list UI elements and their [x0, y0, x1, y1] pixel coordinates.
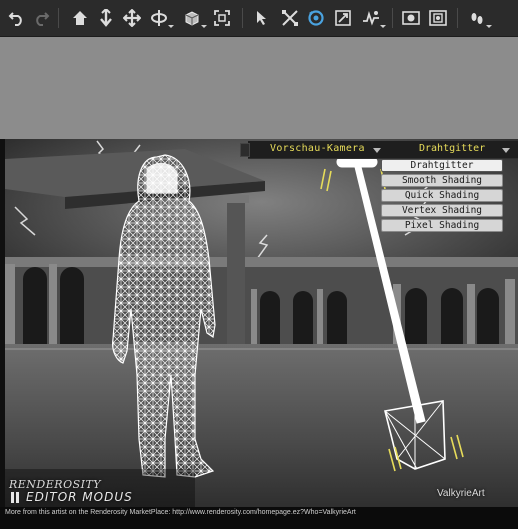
- footprints-icon: [471, 13, 483, 24]
- rotate-icon: [151, 10, 167, 26]
- zoom-tool-button[interactable]: [332, 7, 354, 29]
- cube-icon: [185, 11, 199, 26]
- main-toolbar: [0, 0, 518, 37]
- undo-icon: [8, 12, 22, 26]
- home-button[interactable]: [69, 7, 91, 29]
- editor-mode-label: EDITOR MODUS: [26, 490, 133, 504]
- redo-button[interactable]: [30, 7, 52, 29]
- shading-selector[interactable]: Drahtgitter: [419, 143, 485, 154]
- area-render-button[interactable]: [427, 7, 449, 29]
- figure-tool-button[interactable]: [360, 7, 386, 29]
- transform-tool-button[interactable]: [279, 7, 301, 29]
- orbit-icon: [308, 10, 324, 26]
- move-cross-icon: [123, 9, 141, 27]
- cursor-icon: [257, 11, 266, 25]
- camera-selector[interactable]: Vorschau-Kamera: [270, 143, 365, 154]
- shading-dropdown-menu: Drahtgitter Smooth Shading Quick Shading…: [381, 159, 503, 234]
- shading-dropdown-icon[interactable]: [502, 148, 510, 153]
- shading-option-drahtgitter[interactable]: Drahtgitter: [381, 159, 503, 172]
- footprints-button[interactable]: [466, 7, 492, 29]
- orbit-tool-button[interactable]: [305, 7, 327, 29]
- rotate-button[interactable]: [148, 7, 174, 29]
- shading-option-vertex[interactable]: Vertex Shading: [381, 204, 503, 217]
- scale-box-button[interactable]: [181, 7, 207, 29]
- viewport-header: Vorschau-Kamera Drahtgitter: [240, 141, 518, 159]
- area-render-icon: [429, 10, 447, 26]
- select-tool-button[interactable]: [252, 7, 274, 29]
- redo-icon: [36, 12, 50, 26]
- move-button[interactable]: [121, 7, 143, 29]
- undo-button[interactable]: [6, 7, 28, 29]
- shading-option-smooth[interactable]: Smooth Shading: [381, 174, 503, 187]
- shading-option-quick[interactable]: Quick Shading: [381, 189, 503, 202]
- arrow-down-icon: [100, 9, 112, 27]
- frame-button[interactable]: [211, 7, 233, 29]
- collapse-arrow-icon[interactable]: [240, 143, 250, 157]
- camera-render-icon: [402, 11, 420, 25]
- figure-pose-icon: [363, 10, 379, 26]
- credit-line: More from this artist on the Renderosity…: [5, 509, 356, 516]
- home-icon: [73, 11, 87, 25]
- artist-watermark: ValkyrieArt: [437, 488, 485, 499]
- frame-icon: [214, 10, 230, 26]
- move-vertical-button[interactable]: [95, 7, 117, 29]
- camera-dropdown-icon[interactable]: [373, 148, 381, 153]
- shading-option-pixel[interactable]: Pixel Shading: [381, 219, 503, 232]
- transform-icon: [282, 10, 298, 26]
- render-button[interactable]: [400, 7, 422, 29]
- zoom-box-icon: [335, 10, 351, 26]
- pause-icon[interactable]: [10, 492, 20, 503]
- scene-background-area: [0, 37, 518, 139]
